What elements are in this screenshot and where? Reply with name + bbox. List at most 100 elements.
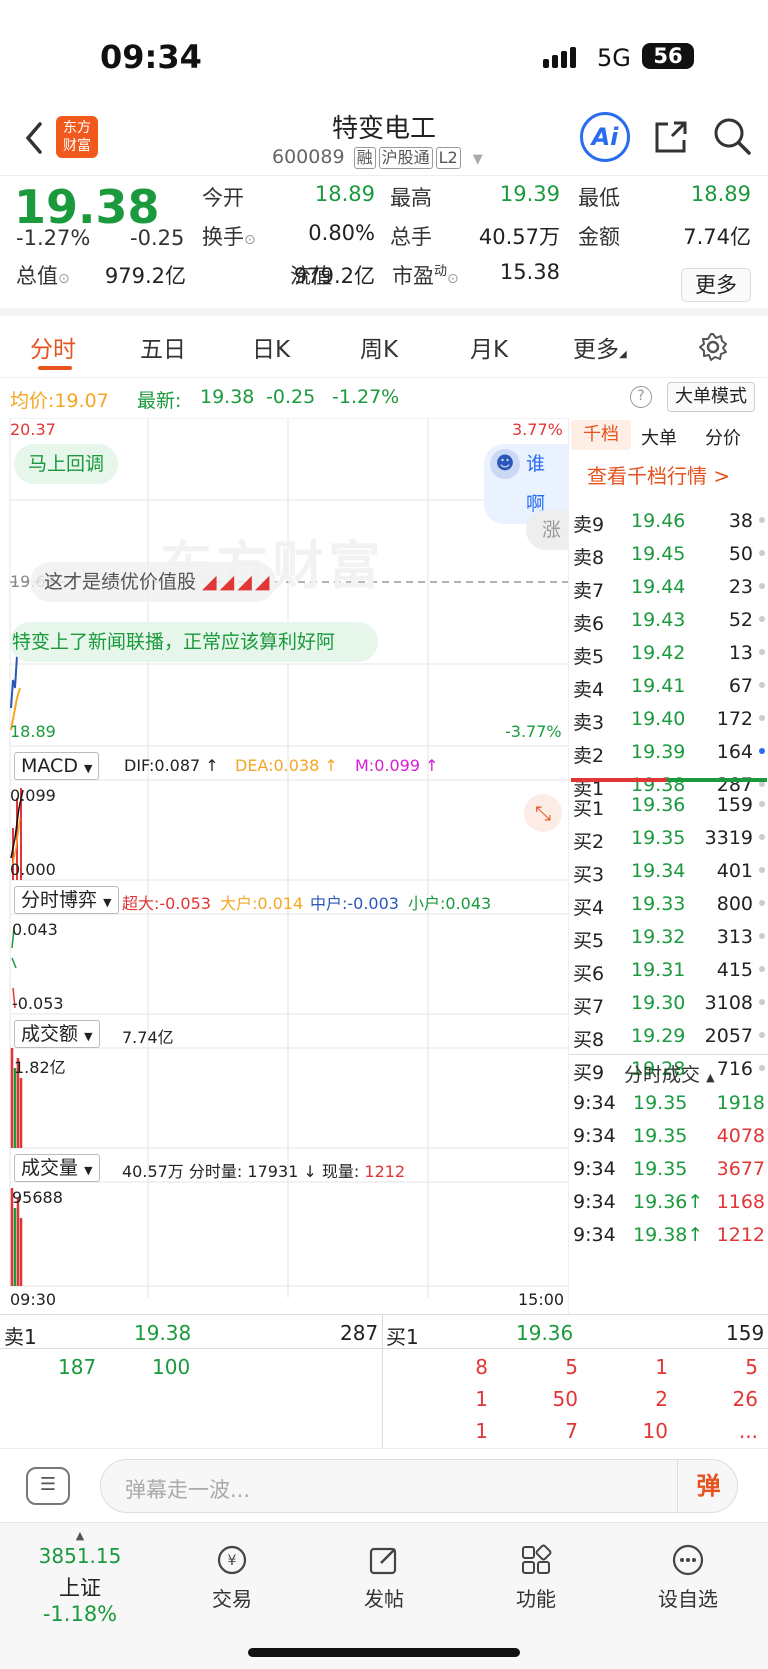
level-volume: 23 <box>728 576 753 598</box>
macd-axis-top: 0.099 <box>10 786 56 805</box>
search-icon[interactable] <box>712 116 752 156</box>
dot-icon <box>759 1032 765 1038</box>
high-label: 最高 <box>390 186 432 210</box>
trade-price: 19.35 <box>633 1092 688 1114</box>
tab-intraday[interactable]: 分时 <box>30 330 76 364</box>
asks-row: 卖6 19.43 52 <box>569 603 768 636</box>
asks-row: 卖9 19.46 38 <box>569 504 768 537</box>
ask-ratio-bar <box>571 778 667 782</box>
watchlist-button[interactable]: 设自选 <box>638 1543 738 1612</box>
settings-gear-icon[interactable] <box>698 332 728 362</box>
buy1-volume: 159 <box>726 1321 765 1345</box>
tab-price-dist[interactable]: 分价 <box>705 424 741 450</box>
buy-queue-item: 8 <box>475 1355 488 1379</box>
danmu-bubble: 涨 <box>526 510 568 550</box>
bids-row: 买6 19.31 415 <box>569 953 768 986</box>
buy1-price: 19.36 <box>516 1321 574 1345</box>
tab-monthly[interactable]: 月K <box>470 330 508 364</box>
level-volume: 2057 <box>704 1025 753 1047</box>
tab-more[interactable]: 更多◢ <box>573 330 627 364</box>
index-pct: -1.18% <box>42 1602 118 1626</box>
volume-selector[interactable]: 成交量 ▼ <box>14 1154 100 1182</box>
bids-row: 买7 19.30 3108 <box>569 986 768 1019</box>
time-start: 09:30 <box>10 1290 57 1309</box>
open-value: 18.89 <box>314 182 375 206</box>
game-selector[interactable]: 分时博弈 ▼ <box>14 886 119 914</box>
level-label: 买8 <box>573 1029 605 1051</box>
depth-link[interactable]: 查看千档行情 > <box>587 460 730 489</box>
tab-weekly[interactable]: 周K <box>360 330 398 364</box>
share-icon[interactable] <box>652 118 690 156</box>
sell1-label: 卖1 <box>4 1325 37 1349</box>
axis-high-pct: 3.77% <box>512 420 563 439</box>
trade-button[interactable]: ¥ 交易 <box>182 1543 282 1612</box>
axis-low-pct: -3.77% <box>505 722 562 741</box>
dot-icon <box>759 682 765 688</box>
macd-dea: DEA:0.038 ↑ <box>235 756 338 775</box>
trades-title[interactable]: 分时成交 ▲ <box>624 1060 715 1087</box>
axis-high: 20.37 <box>10 420 56 439</box>
danmu-input[interactable]: 弹幕走一波... 弹 <box>100 1459 738 1513</box>
trade-price: 19.35 <box>633 1158 688 1180</box>
latest-price: 19.38 <box>200 386 255 408</box>
tab-depth[interactable]: 千档 <box>571 420 631 450</box>
danmu-send-button[interactable]: 弹 <box>677 1460 739 1512</box>
macd-m: M:0.099 ↑ <box>355 756 439 775</box>
expand-icon[interactable]: ⤡ <box>524 794 562 832</box>
asks-row: 卖2 19.39 164 <box>569 735 768 768</box>
level-label: 卖7 <box>573 580 605 602</box>
buy-queue-item: 7 <box>565 1419 578 1443</box>
level-price: 19.31 <box>631 959 686 981</box>
period-tabs: 分时 五日 日K 周K 月K 更多◢ <box>0 316 768 378</box>
macd-axis-bottom: 0.000 <box>10 860 56 879</box>
help-icon[interactable]: ? <box>630 386 652 408</box>
dot-icon <box>759 748 765 754</box>
bids-row: 买3 19.34 401 <box>569 854 768 887</box>
intraday-chart[interactable]: 东方财富 20.37 3.77% 19.63 18.89 -3.77% 马上回调… <box>0 418 568 1314</box>
big-order-mode-button[interactable]: 大单模式 <box>667 382 755 412</box>
index-value: 3851.15 <box>38 1544 122 1568</box>
trade-price: 19.38↑ <box>633 1224 704 1246</box>
svg-text:¥: ¥ <box>228 1553 237 1569</box>
danmu-settings-icon[interactable]: ☰ <box>26 1467 70 1505</box>
amount-value: 7.74亿 <box>683 225 751 249</box>
index-widget[interactable]: ▲ 3851.15 上证 -1.18% <box>20 1529 140 1626</box>
tag-level2: L2 <box>435 147 461 169</box>
ai-button[interactable]: Ai <box>580 112 630 162</box>
danmu-bubble: 马上回调 <box>14 444 119 484</box>
tab-5day[interactable]: 五日 <box>140 330 186 364</box>
tab-big-orders[interactable]: 大单 <box>641 424 677 450</box>
buy-queue-item: ... <box>738 1419 758 1443</box>
pe-value: 15.38 <box>499 260 560 284</box>
avatar: ☻ <box>490 449 520 479</box>
level-label: 买2 <box>573 831 605 853</box>
amount-label: 金额 <box>578 225 620 249</box>
stock-code-row[interactable]: 600089 融沪股通 L2 ▼ <box>272 146 483 169</box>
level-label: 买6 <box>573 963 605 985</box>
info-icon: ⊙ <box>447 271 459 287</box>
buy-queue-item: 10 <box>642 1419 668 1443</box>
price-info-bar: 均价:19.07 最新: 19.38 -0.25 -1.27% ? 大单模式 <box>0 378 768 418</box>
game-mid: 中户:-0.003 <box>310 894 399 913</box>
info-icon: ⊙ <box>244 232 256 248</box>
amount-selector[interactable]: 成交额 ▼ <box>14 1020 100 1048</box>
post-button[interactable]: 发帖 <box>334 1543 434 1612</box>
latest-label: 最新: <box>137 390 182 412</box>
game-small: 小户:0.043 <box>408 894 492 913</box>
macd-selector[interactable]: MACD ▼ <box>14 752 100 780</box>
level-price: 19.30 <box>631 992 686 1014</box>
level-label: 卖8 <box>573 547 605 569</box>
level-volume: 38 <box>728 510 753 532</box>
function-button[interactable]: 功能 <box>486 1543 586 1612</box>
dot-icon <box>759 1065 765 1071</box>
tab-daily[interactable]: 日K <box>252 330 290 364</box>
buy-queue-item: 26 <box>732 1387 758 1411</box>
more-button[interactable]: 更多 <box>681 268 751 302</box>
home-indicator <box>248 1648 520 1657</box>
time-end: 15:00 <box>518 1290 565 1309</box>
level-volume: 50 <box>728 543 753 565</box>
buy-queue-item: 5 <box>565 1355 578 1379</box>
level-label: 买1 <box>573 798 605 820</box>
dot-icon <box>759 616 765 622</box>
float-cap-value: 979.2亿 <box>293 264 375 288</box>
